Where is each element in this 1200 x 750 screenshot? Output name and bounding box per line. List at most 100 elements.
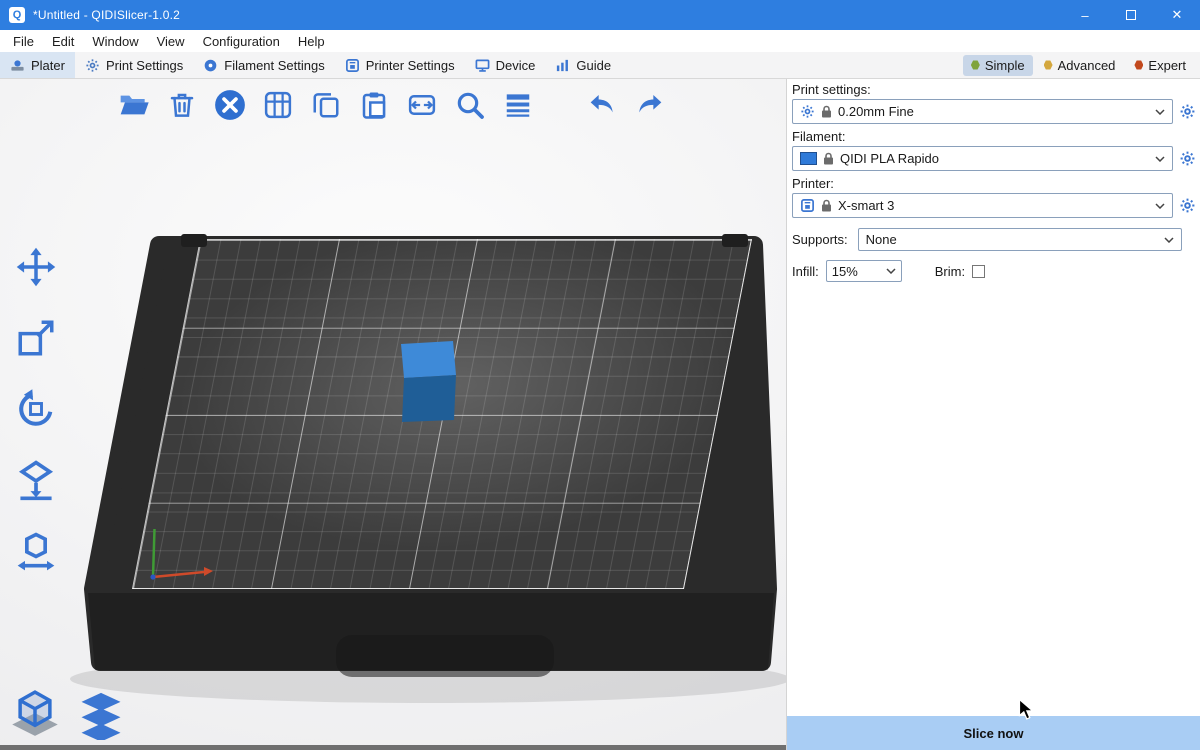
origin-axes — [150, 529, 213, 580]
scale-button[interactable] — [8, 310, 64, 366]
place-on-face-button[interactable] — [8, 452, 64, 508]
tabbar: Plater Print Settings Filament Settings … — [0, 52, 1200, 79]
slice-now-label: Slice now — [964, 726, 1024, 741]
print-settings-select[interactable]: 0.20mm Fine — [792, 99, 1173, 124]
view-mode-toolbar — [6, 685, 130, 743]
gear-icon — [1179, 103, 1196, 120]
variable-layer-height-icon — [503, 90, 533, 120]
tab-filament-settings[interactable]: Filament Settings — [193, 52, 334, 78]
mode-advanced[interactable]: Advanced — [1036, 55, 1124, 76]
model-cube[interactable] — [401, 341, 456, 422]
print-settings-value: 0.20mm Fine — [838, 104, 1149, 119]
variable-layer-height-button[interactable] — [500, 87, 536, 123]
mode-label: Advanced — [1058, 58, 1116, 73]
maximize-button[interactable] — [1108, 0, 1154, 30]
menu-help[interactable]: Help — [289, 34, 334, 49]
window-controls: – ✕ — [1062, 0, 1200, 30]
settings-sidebar: Print settings: 0.20mm Fine Filament: — [786, 79, 1200, 750]
close-button[interactable]: ✕ — [1154, 0, 1200, 30]
arrange-icon — [263, 90, 293, 120]
copy-button[interactable] — [308, 87, 344, 123]
menu-configuration[interactable]: Configuration — [194, 34, 289, 49]
printer-value: X-smart 3 — [838, 198, 1149, 213]
open-file-button[interactable] — [116, 87, 152, 123]
filament-color-swatch — [800, 152, 817, 165]
3d-view-button[interactable] — [6, 685, 64, 743]
split-icon — [407, 90, 437, 120]
paste-button[interactable] — [356, 87, 392, 123]
mode-expert[interactable]: Expert — [1126, 55, 1194, 76]
device-icon — [475, 58, 490, 73]
app-logo-icon: Q — [9, 7, 25, 23]
app-window: Q *Untitled - QIDISlicer-1.0.2 – ✕ File … — [0, 0, 1200, 750]
scale-icon — [15, 317, 57, 359]
redo-icon — [634, 89, 666, 121]
filament-icon — [203, 58, 218, 73]
search-button[interactable] — [452, 87, 488, 123]
undo-button[interactable] — [584, 87, 620, 123]
tab-label: Plater — [31, 58, 65, 73]
viewport-bottom-bar — [0, 745, 786, 750]
titlebar: Q *Untitled - QIDISlicer-1.0.2 – ✕ — [0, 0, 1200, 30]
chevron-down-icon — [1164, 237, 1174, 243]
tab-printer-settings[interactable]: Printer Settings — [335, 52, 465, 78]
gear-icon — [800, 104, 815, 119]
infill-select[interactable]: 15% — [826, 260, 902, 282]
tab-guide[interactable]: Guide — [545, 52, 621, 78]
chevron-down-icon — [1155, 203, 1165, 209]
gizmo-toolbar — [8, 239, 64, 579]
measure-button[interactable] — [8, 523, 64, 579]
layers-view-button[interactable] — [72, 685, 130, 743]
maximize-icon — [1126, 10, 1136, 20]
move-icon — [15, 246, 57, 288]
delete-button[interactable] — [164, 87, 200, 123]
printer-icon — [800, 198, 815, 213]
menu-file[interactable]: File — [4, 34, 43, 49]
filament-label: Filament: — [792, 129, 1198, 144]
split-button[interactable] — [404, 87, 440, 123]
tab-label: Printer Settings — [366, 58, 455, 73]
minimize-icon: – — [1081, 8, 1088, 23]
mode-label: Expert — [1148, 58, 1186, 73]
close-icon: ✕ — [1172, 7, 1183, 23]
3d-viewport[interactable] — [0, 79, 786, 750]
edit-filament-button[interactable] — [1178, 150, 1196, 168]
menu-window[interactable]: Window — [83, 34, 147, 49]
brim-label: Brim: — [935, 264, 965, 279]
scene-overlay — [0, 79, 786, 750]
infill-value: 15% — [832, 264, 880, 279]
chevron-down-icon — [1155, 109, 1165, 115]
printer-select[interactable]: X-smart 3 — [792, 193, 1173, 218]
rotate-icon — [14, 387, 58, 431]
menu-edit[interactable]: Edit — [43, 34, 83, 49]
filament-value: QIDI PLA Rapido — [840, 151, 1149, 166]
printer-label: Printer: — [792, 176, 1198, 191]
advanced-mode-icon — [1044, 60, 1053, 70]
tab-label: Guide — [576, 58, 611, 73]
supports-value: None — [866, 232, 1158, 247]
tab-label: Device — [496, 58, 536, 73]
delete-all-button[interactable] — [212, 87, 248, 123]
mode-label: Simple — [985, 58, 1025, 73]
tab-print-settings[interactable]: Print Settings — [75, 52, 193, 78]
edit-printer-button[interactable] — [1178, 197, 1196, 215]
slice-now-button[interactable]: Slice now — [787, 716, 1200, 750]
edit-print-settings-button[interactable] — [1178, 103, 1196, 121]
brim-checkbox[interactable] — [972, 265, 985, 278]
filament-select[interactable]: QIDI PLA Rapido — [792, 146, 1173, 171]
gear-icon — [85, 58, 100, 73]
bed-clip-right — [722, 234, 748, 247]
search-icon — [454, 89, 486, 121]
supports-select[interactable]: None — [858, 228, 1182, 251]
menu-view[interactable]: View — [148, 34, 194, 49]
redo-button[interactable] — [632, 87, 668, 123]
tab-device[interactable]: Device — [465, 52, 546, 78]
rotate-button[interactable] — [8, 381, 64, 437]
arrange-button[interactable] — [260, 87, 296, 123]
lock-icon — [823, 152, 834, 165]
move-button[interactable] — [8, 239, 64, 295]
bed-clip-left — [181, 234, 207, 247]
minimize-button[interactable]: – — [1062, 0, 1108, 30]
mode-simple[interactable]: Simple — [963, 55, 1033, 76]
tab-plater[interactable]: Plater — [0, 52, 75, 78]
